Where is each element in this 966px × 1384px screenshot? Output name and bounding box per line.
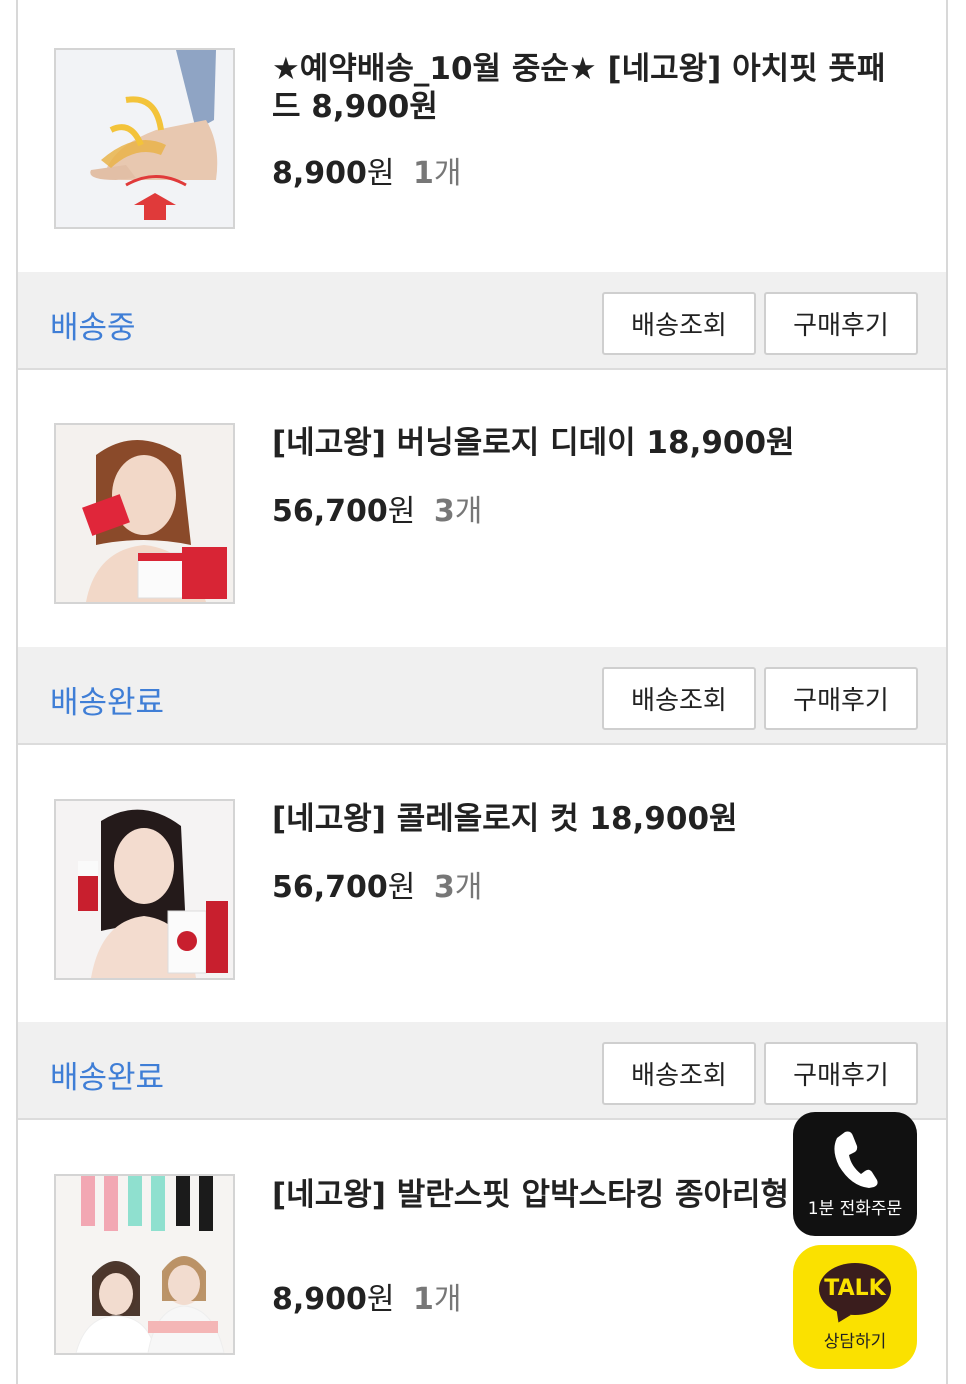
product-thumbnail[interactable] bbox=[54, 423, 235, 604]
track-delivery-button[interactable]: 배송조회 bbox=[602, 667, 756, 730]
quantity-value: 3 bbox=[433, 494, 455, 529]
phone-order-label: 1분 전화주문 bbox=[807, 1198, 903, 1219]
write-review-button[interactable]: 구매후기 bbox=[764, 292, 918, 355]
order-item[interactable]: ★예약배송_10월 중순★ [네고왕] 아치핏 풋패드 8,900원 8,900… bbox=[18, 0, 946, 270]
currency-unit: 원 bbox=[366, 156, 395, 191]
product-title[interactable]: [네고왕] 버닝올로지 디데이 18,900원 bbox=[272, 424, 912, 462]
quantity-unit: 개 bbox=[433, 1282, 462, 1317]
price-quantity: 8,900원 1개 bbox=[272, 148, 461, 192]
currency-unit: 원 bbox=[366, 1282, 395, 1317]
order-item[interactable]: [네고왕] 콜레올로지 컷 18,900원 56,700원 3개 bbox=[18, 747, 946, 1017]
consult-label: 상담하기 bbox=[823, 1331, 887, 1352]
product-title[interactable]: [네고왕] 콜레올로지 컷 18,900원 bbox=[272, 800, 912, 838]
order-status-bar: 배송완료 배송조회 구매후기 bbox=[18, 1022, 946, 1120]
price-quantity: 56,700원 3개 bbox=[272, 486, 482, 530]
track-delivery-button[interactable]: 배송조회 bbox=[602, 1042, 756, 1105]
price-quantity: 8,900원 1개 bbox=[272, 1274, 461, 1318]
product-thumbnail[interactable] bbox=[54, 48, 235, 229]
price-value: 8,900 bbox=[272, 156, 367, 191]
quantity-unit: 개 bbox=[454, 494, 483, 529]
write-review-button[interactable]: 구매후기 bbox=[764, 667, 918, 730]
delivery-status: 배송완료 bbox=[50, 1060, 165, 1096]
quantity-value: 1 bbox=[412, 156, 434, 191]
product-title[interactable]: ★예약배송_10월 중순★ [네고왕] 아치핏 풋패드 8,900원 bbox=[272, 50, 912, 126]
track-delivery-button[interactable]: 배송조회 bbox=[602, 292, 756, 355]
phone-order-button[interactable]: 1분 전화주문 bbox=[793, 1112, 917, 1236]
order-item[interactable]: [네고왕] 버닝올로지 디데이 18,900원 56,700원 3개 bbox=[18, 372, 946, 642]
delivery-status: 배송중 bbox=[50, 310, 136, 346]
currency-unit: 원 bbox=[387, 494, 416, 529]
price-value: 56,700 bbox=[272, 494, 388, 529]
price-value: 56,700 bbox=[272, 870, 388, 905]
order-status-bar: 배송완료 배송조회 구매후기 bbox=[18, 647, 946, 745]
quantity-value: 1 bbox=[412, 1282, 434, 1317]
product-thumbnail[interactable] bbox=[54, 1174, 235, 1355]
order-status-bar: 배송중 배송조회 구매후기 bbox=[18, 272, 946, 370]
price-value: 8,900 bbox=[272, 1282, 367, 1317]
talk-chat-icon: TALK bbox=[819, 1262, 891, 1315]
phone-icon bbox=[834, 1131, 878, 1188]
write-review-button[interactable]: 구매후기 bbox=[764, 1042, 918, 1105]
currency-unit: 원 bbox=[387, 870, 416, 905]
price-quantity: 56,700원 3개 bbox=[272, 862, 482, 906]
quantity-unit: 개 bbox=[433, 156, 462, 191]
quantity-unit: 개 bbox=[454, 870, 483, 905]
quantity-value: 3 bbox=[433, 870, 455, 905]
kakao-talk-consult-button[interactable]: TALK 상담하기 bbox=[793, 1245, 917, 1369]
product-thumbnail[interactable] bbox=[54, 799, 235, 980]
delivery-status: 배송완료 bbox=[50, 685, 165, 721]
